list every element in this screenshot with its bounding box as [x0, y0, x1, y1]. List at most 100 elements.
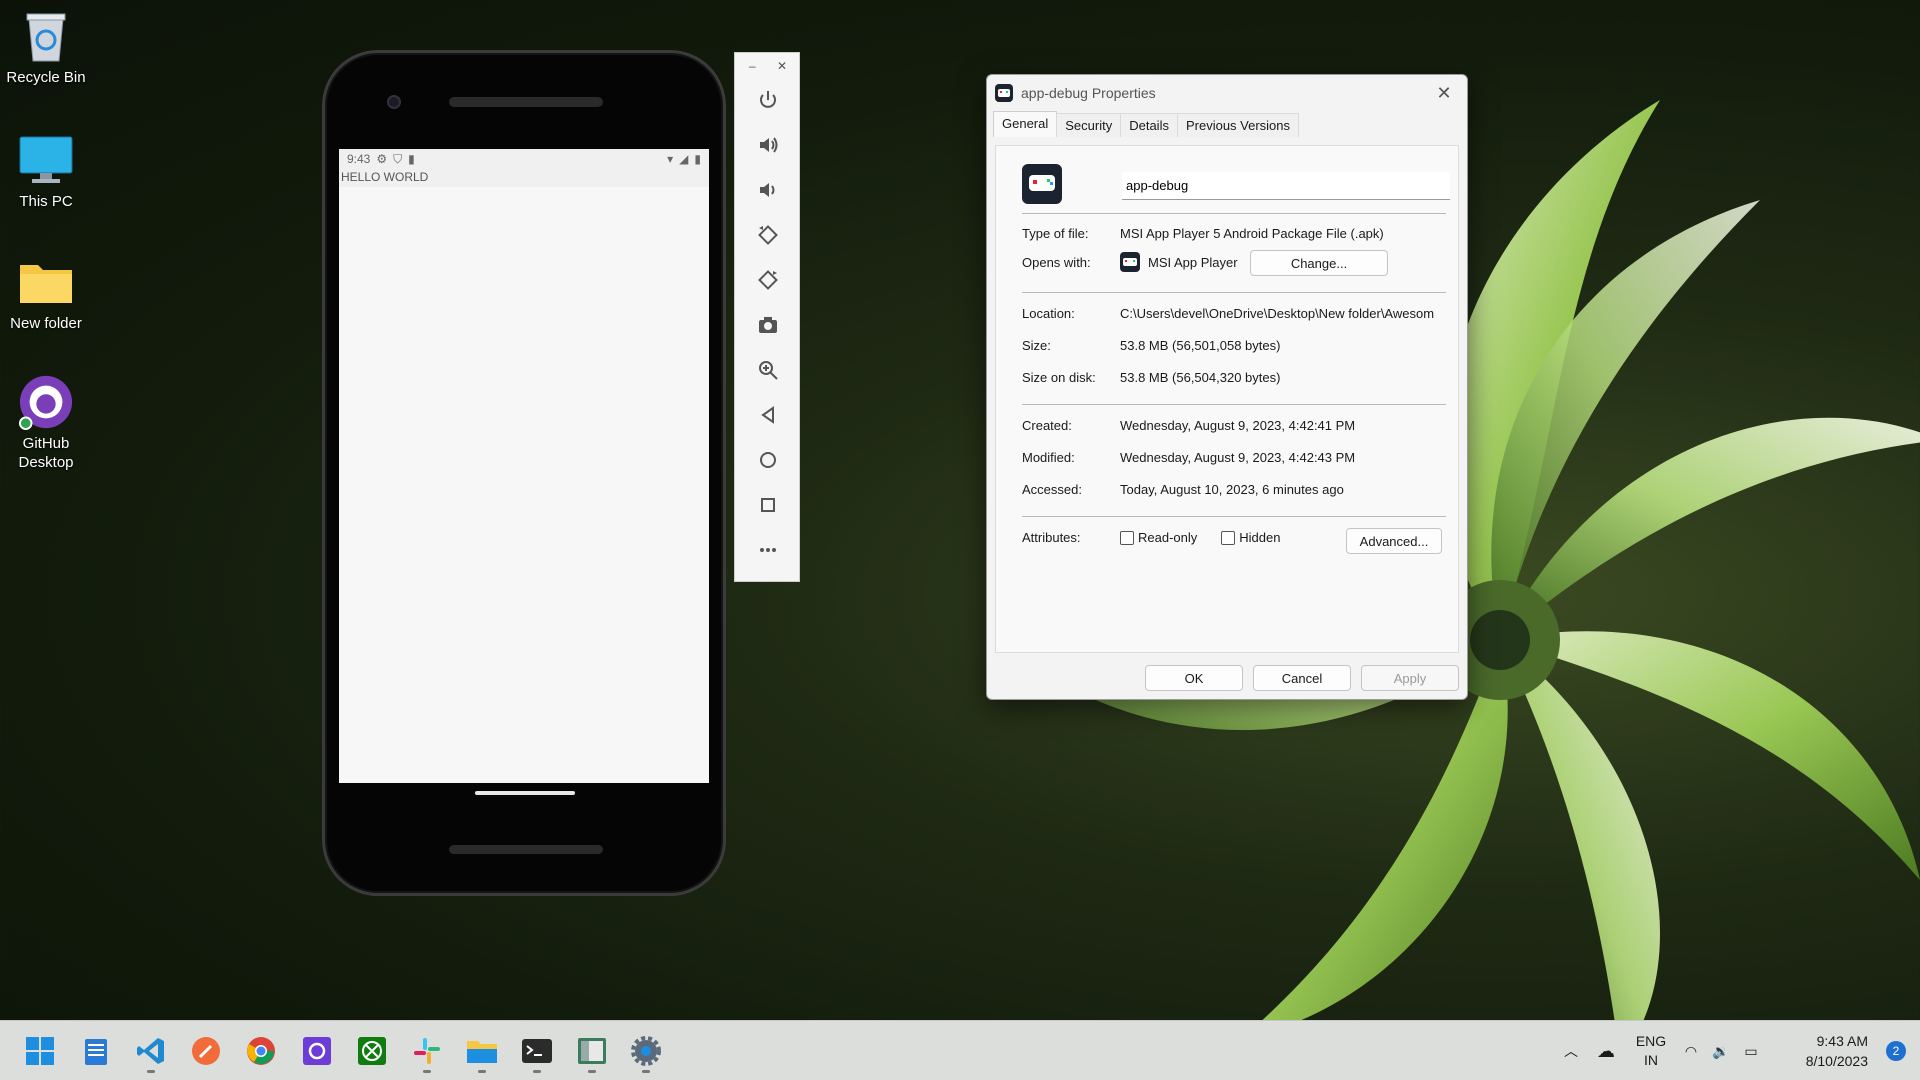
rotate-right-button[interactable]: [735, 257, 801, 302]
properties-dialog: app-debug Properties ✕ General Security …: [986, 74, 1468, 700]
change-button[interactable]: Change...: [1250, 250, 1388, 276]
created-row: Created: Wednesday, August 9, 2023, 4:42…: [1022, 418, 1355, 433]
read-only-label: Read-only: [1138, 530, 1198, 545]
volume-up-button[interactable]: [735, 122, 801, 167]
chrome-icon: [247, 1037, 275, 1065]
apply-button[interactable]: Apply: [1361, 665, 1459, 691]
more-dots-icon: [760, 547, 776, 552]
desktop-icon-label: This PC: [19, 193, 73, 210]
language-indicator[interactable]: ENG IN: [1626, 1032, 1676, 1070]
wifi-icon[interactable]: ◠: [1676, 1043, 1706, 1060]
created-value: Wednesday, August 9, 2023, 4:42:41 PM: [1120, 418, 1356, 433]
taskbar-proton[interactable]: [297, 1031, 337, 1071]
separator: [1022, 516, 1446, 517]
running-indicator: [147, 1070, 155, 1073]
dialog-title-bar[interactable]: app-debug Properties ✕: [987, 75, 1467, 111]
desktop-icon-this-pc[interactable]: This PC: [0, 132, 94, 212]
checkbox-box[interactable]: [1221, 530, 1236, 545]
show-hidden-icons-chevron-icon[interactable]: ︿: [1556, 1041, 1586, 1061]
start-button[interactable]: [20, 1031, 60, 1071]
back-button[interactable]: [735, 392, 801, 437]
overview-square-icon: [761, 497, 775, 512]
gesture-home-bar[interactable]: [475, 791, 575, 795]
volume-up-icon: [760, 136, 778, 153]
power-button[interactable]: [735, 77, 801, 122]
taskbar-vscode[interactable]: [131, 1031, 171, 1073]
home-button[interactable]: [735, 437, 801, 482]
battery-icon[interactable]: ▭: [1736, 1043, 1766, 1060]
location-label: Location:: [1022, 306, 1075, 321]
vscode-icon: [137, 1038, 164, 1064]
general-tab-panel: Type of file: MSI App Player 5 Android P…: [995, 145, 1459, 653]
desktop-icon-recycle-bin[interactable]: Recycle Bin: [0, 8, 94, 88]
desktop-icon-new-folder[interactable]: New folder: [0, 254, 94, 334]
taskbar-slack[interactable]: [407, 1031, 447, 1073]
hidden-checkbox[interactable]: Hidden: [1221, 530, 1280, 545]
read-only-checkbox[interactable]: Read-only: [1120, 530, 1197, 545]
more-button[interactable]: [735, 527, 801, 572]
hidden-label: Hidden: [1239, 530, 1281, 545]
notification-badge[interactable]: 2: [1886, 1041, 1906, 1061]
taskbar-emulator[interactable]: [572, 1031, 612, 1073]
tab-details[interactable]: Details: [1120, 113, 1178, 137]
location-value: C:\Users\devel\OneDrive\Desktop\New fold…: [1120, 306, 1435, 321]
taskbar-terminal[interactable]: [517, 1031, 557, 1073]
advanced-button[interactable]: Advanced...: [1346, 528, 1442, 554]
taskbar-file-explorer[interactable]: [462, 1031, 502, 1073]
speaker-icon[interactable]: 🔉: [1706, 1043, 1736, 1060]
checkbox-box[interactable]: [1120, 530, 1134, 545]
taskbar-postman[interactable]: [186, 1031, 226, 1071]
clock-date: 8/10/2023: [1805, 1053, 1868, 1069]
file-name-input[interactable]: [1122, 172, 1450, 200]
power-icon: [760, 90, 776, 108]
clock-time: 9:43 AM: [1816, 1033, 1868, 1049]
ok-button[interactable]: OK: [1145, 665, 1243, 691]
onedrive-cloud-icon[interactable]: ☁: [1586, 1041, 1626, 1062]
close-button[interactable]: ✕: [777, 59, 787, 77]
rotate-left-button[interactable]: [735, 212, 801, 257]
language-code: ENG: [1635, 1033, 1667, 1049]
terminal-icon: [522, 1039, 552, 1063]
xbox-icon: [358, 1037, 386, 1065]
bottom-speaker: [449, 845, 603, 854]
modified-value: Wednesday, August 9, 2023, 4:42:43 PM: [1120, 450, 1356, 465]
signal-icon: ◢: [679, 152, 689, 166]
windows-logo-icon: [26, 1037, 54, 1065]
screenshot-button[interactable]: [735, 302, 801, 347]
running-indicator: [533, 1070, 541, 1073]
phone-screen[interactable]: 9:43 ⚙ ⛉ ▮ ▾ ◢ ▮ HELLO WORLD: [339, 149, 709, 783]
status-time: 9:43: [347, 152, 371, 166]
overview-button[interactable]: [735, 482, 801, 527]
dialog-title: app-debug Properties: [1021, 85, 1156, 101]
file-type-icon: [1022, 164, 1062, 204]
minimize-button[interactable]: –: [749, 59, 756, 77]
front-camera-icon: [387, 95, 401, 109]
zoom-in-icon: [759, 360, 778, 380]
taskbar-settings[interactable]: [626, 1031, 666, 1073]
tab-general[interactable]: General: [993, 111, 1058, 137]
taskbar-xbox[interactable]: [352, 1031, 392, 1071]
settings-gear-icon: [631, 1036, 661, 1066]
slack-icon: [414, 1038, 440, 1064]
monitor-icon: [18, 132, 74, 188]
size-on-disk-value: 53.8 MB (56,504,320 bytes): [1120, 370, 1281, 385]
desktop-wallpaper: [1000, 100, 1920, 1020]
desktop-icon-label: Recycle Bin: [6, 69, 86, 86]
taskbar-clock[interactable]: 9:43 AM 8/10/2023: [1806, 1031, 1868, 1071]
running-indicator: [642, 1070, 650, 1073]
created-label: Created:: [1022, 418, 1072, 433]
taskbar-chrome[interactable]: [241, 1031, 281, 1071]
attributes-row: Attributes: Read-only Hidden: [1022, 530, 1280, 545]
tab-security[interactable]: Security: [1056, 113, 1122, 137]
volume-down-button[interactable]: [735, 167, 801, 212]
zoom-button[interactable]: [735, 347, 801, 392]
desktop-icon-github-desktop[interactable]: GitHub Desktop: [0, 374, 94, 472]
cancel-button[interactable]: Cancel: [1253, 665, 1351, 691]
taskbar-notepad[interactable]: [76, 1031, 116, 1071]
tab-previous-versions[interactable]: Previous Versions: [1176, 113, 1300, 137]
shield-icon: ⛉: [393, 151, 403, 166]
close-icon[interactable]: ✕: [1429, 83, 1459, 104]
type-of-file-value: MSI App Player 5 Android Package File (.…: [1120, 226, 1384, 241]
type-of-file-label: Type of file:: [1022, 226, 1089, 241]
separator: [1022, 404, 1446, 405]
